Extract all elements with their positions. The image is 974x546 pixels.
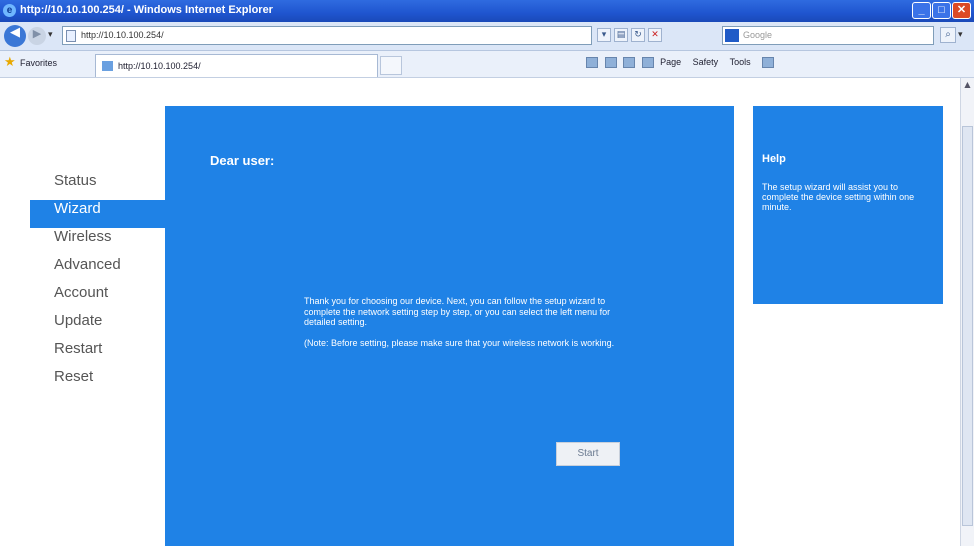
search-icon[interactable]: ⌕	[940, 27, 956, 43]
sidebar-item-reset[interactable]: Reset	[30, 368, 166, 396]
tab-favicon-icon	[102, 61, 113, 71]
safety-menu[interactable]: Safety	[693, 57, 719, 67]
sidebar-item-restart[interactable]: Restart	[30, 340, 166, 368]
compatibility-icon[interactable]: ▤	[614, 28, 628, 42]
address-toolbar: ◀ ▶ ▾ http://10.10.100.254/ ▾ ▤ ↻ ✕ Google …	[0, 22, 974, 51]
ie-logo-icon: e	[3, 4, 16, 17]
maximize-button[interactable]: □	[932, 2, 951, 19]
page-content: Status Wizard Wireless Advanced Account …	[0, 78, 960, 546]
new-tab-button[interactable]	[380, 56, 402, 75]
page-menu[interactable]: Page	[660, 57, 681, 67]
history-dropdown-icon[interactable]: ▾	[48, 30, 53, 40]
command-bar: Page Safety Tools	[586, 57, 778, 68]
sidebar-item-wireless[interactable]: Wireless	[30, 228, 166, 256]
compat-view-icon[interactable]: ▾	[597, 28, 611, 42]
note-paragraph: (Note: Before setting, please make sure …	[304, 337, 615, 348]
back-button[interactable]: ◀	[4, 25, 26, 47]
search-input[interactable]: Google	[722, 26, 934, 45]
search-placeholder: Google	[743, 30, 773, 40]
help-title: Help	[762, 153, 786, 165]
vertical-scrollbar[interactable]: ▲	[960, 78, 974, 546]
sidebar-item-account[interactable]: Account	[30, 284, 166, 312]
close-button[interactable]: ✕	[952, 2, 971, 19]
greeting-heading: Dear user:	[210, 153, 275, 168]
help-text: The setup wizard will assist you to comp…	[762, 182, 915, 212]
start-button[interactable]: Start	[556, 442, 620, 466]
tools-menu[interactable]: Tools	[730, 57, 751, 67]
help-panel: Help The setup wizard will assist you to…	[753, 106, 943, 304]
sidebar-item-update[interactable]: Update	[30, 312, 166, 340]
scroll-up-icon[interactable]: ▲	[962, 80, 973, 92]
window-title: http://10.10.100.254/ - Windows Internet…	[20, 4, 273, 16]
tab-title: http://10.10.100.254/	[118, 61, 201, 71]
favorites-bar: ★ Favorites http://10.10.100.254/ Page S…	[0, 51, 974, 78]
help-icon[interactable]	[762, 57, 775, 68]
wizard-intro: Thank you for choosing our device. Next,…	[304, 296, 624, 358]
mail-icon[interactable]	[623, 57, 636, 68]
wizard-panel: Dear user: Thank you for choosing our de…	[165, 106, 734, 546]
address-url[interactable]: http://10.10.100.254/	[81, 30, 164, 40]
window-title-bar: e http://10.10.100.254/ - Windows Intern…	[0, 0, 974, 22]
favorites-button[interactable]: Favorites	[20, 58, 57, 68]
scroll-thumb[interactable]	[962, 126, 973, 526]
minimize-button[interactable]: _	[912, 2, 931, 19]
browser-tab[interactable]: http://10.10.100.254/	[95, 54, 378, 77]
home-icon[interactable]	[586, 57, 598, 68]
address-tools: ▾ ▤ ↻ ✕	[597, 28, 665, 44]
address-input[interactable]: http://10.10.100.254/	[62, 26, 592, 45]
print-icon[interactable]	[641, 57, 654, 68]
favorites-star-icon[interactable]: ★	[4, 55, 16, 70]
page-icon	[66, 30, 76, 42]
sidebar-nav: Status Wizard Wireless Advanced Account …	[30, 172, 166, 396]
feeds-icon[interactable]	[604, 57, 617, 68]
search-options-dropdown-icon[interactable]: ▾	[958, 30, 963, 40]
intro-paragraph: Thank you for choosing our device. Next,…	[304, 296, 611, 327]
search-provider-icon	[725, 29, 739, 42]
sidebar-item-wizard[interactable]: Wizard	[30, 200, 166, 228]
refresh-icon[interactable]: ↻	[631, 28, 645, 42]
sidebar-item-advanced[interactable]: Advanced	[30, 256, 166, 284]
stop-icon[interactable]: ✕	[648, 28, 662, 42]
sidebar-item-status[interactable]: Status	[30, 172, 166, 200]
forward-button[interactable]: ▶	[28, 27, 46, 45]
